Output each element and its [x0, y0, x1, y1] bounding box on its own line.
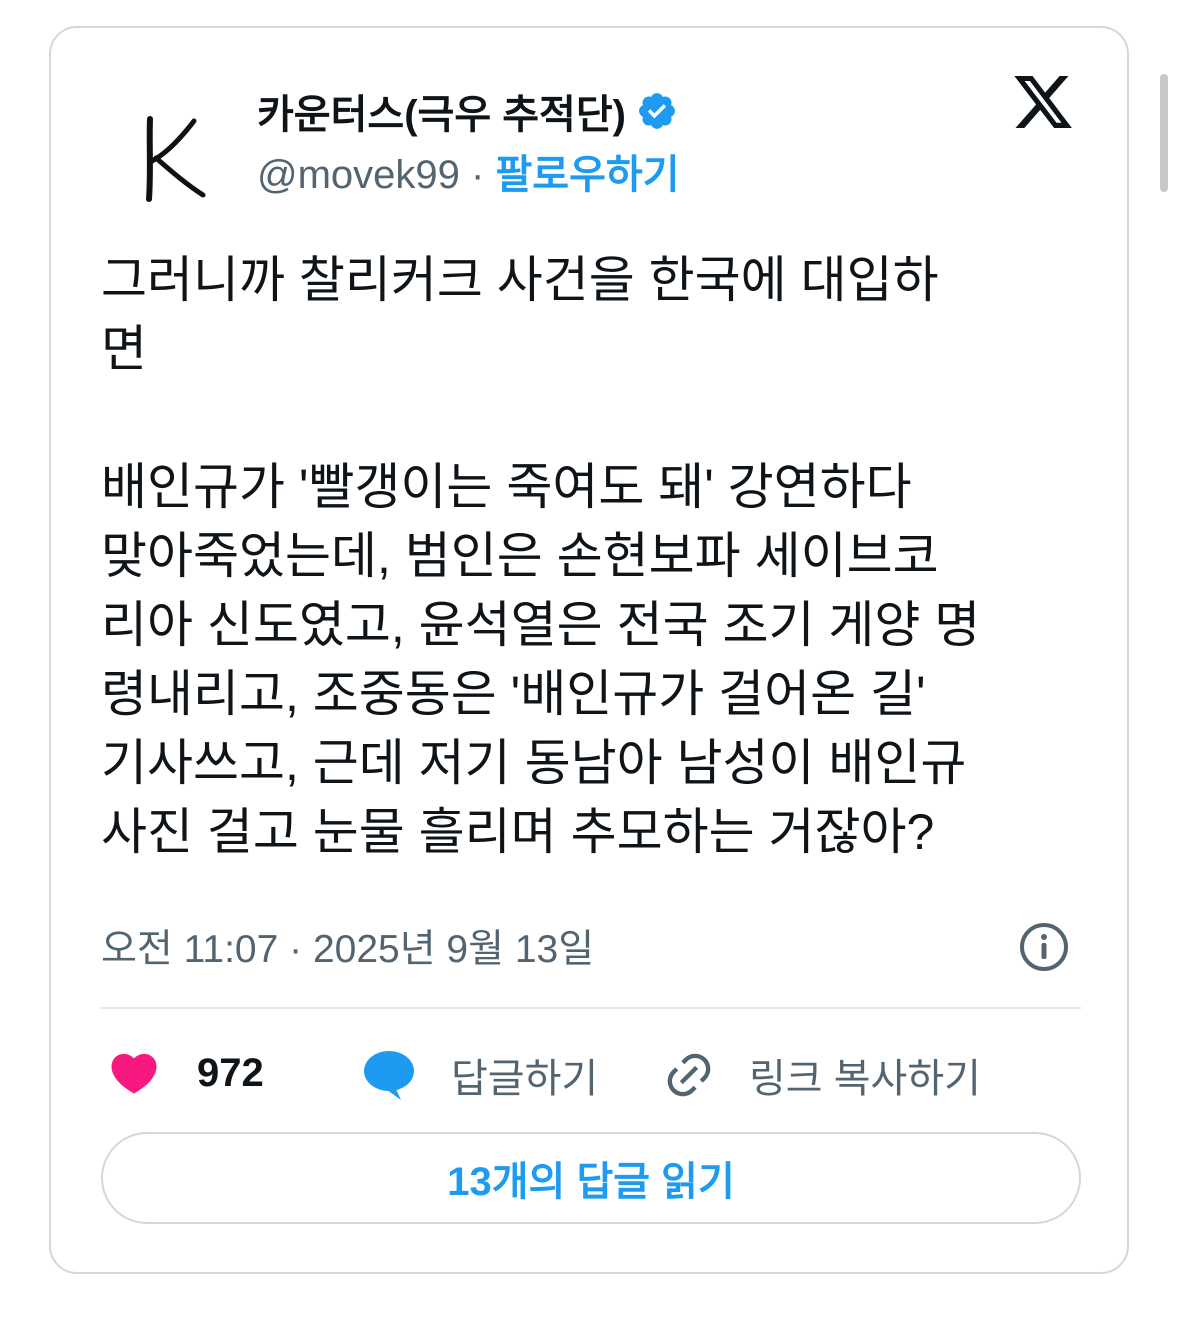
avatar-k-logo	[146, 116, 206, 202]
read-replies-label: 13개의 답글 읽기	[447, 1160, 735, 1204]
like-count: 972	[197, 1050, 264, 1095]
tweet-card: 카운터스(극우 추적단) @movek99 · 팔로우하기 그러니까 찰리커크 …	[49, 26, 1129, 1274]
read-replies-button[interactable]: 13개의 답글 읽기	[101, 1132, 1081, 1224]
author-handle-row: @movek99 · 팔로우하기	[257, 142, 680, 200]
link-icon	[663, 1049, 715, 1101]
divider	[101, 1007, 1081, 1009]
speech-bubble-icon	[361, 1047, 417, 1103]
tweet-timestamp[interactable]: 오전 11:07 · 2025년 9월 13일	[101, 918, 594, 974]
verified-badge-icon	[636, 90, 678, 132]
tweet-text: 그러니까 찰리커크 사건을 한국에 대입하 면 배인규가 '빨갱이는 죽여도 돼…	[101, 252, 981, 860]
info-icon[interactable]	[1017, 920, 1071, 974]
author-display-name[interactable]: 카운터스(극우 추적단)	[257, 82, 678, 140]
copy-link-button[interactable]: 링크 복사하기	[663, 1046, 981, 1104]
x-logo-icon[interactable]	[1009, 70, 1077, 134]
follow-button[interactable]: 팔로우하기	[496, 153, 680, 197]
separator-dot: ·	[471, 153, 485, 197]
like-button[interactable]: 972	[107, 1046, 264, 1100]
author-handle[interactable]: @movek99	[257, 153, 460, 197]
display-name-text: 카운터스(극우 추적단)	[257, 93, 626, 137]
reply-button[interactable]: 답글하기	[361, 1046, 598, 1104]
reply-label: 답글하기	[451, 1057, 599, 1101]
heart-icon	[107, 1046, 161, 1100]
avatar[interactable]	[103, 83, 241, 221]
scrollbar[interactable]	[1160, 74, 1168, 192]
copy-link-label: 링크 복사하기	[749, 1057, 981, 1101]
